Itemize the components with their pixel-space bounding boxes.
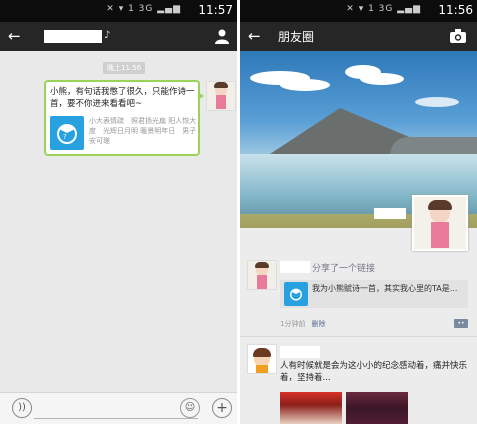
voice-mode-icon: ♪: [104, 30, 111, 41]
message-text: 小熊，有句话我憋了很久，只能作诗一首，要不你进来看看吧~: [50, 87, 195, 109]
moments-titlebar: ← 朋友圈: [240, 22, 477, 51]
back-arrow-icon[interactable]: ←: [248, 27, 261, 45]
username-redacted: [374, 208, 406, 219]
status-bar: ✕ ▾ 1 3G ▂▄▆ 11:56: [240, 0, 477, 22]
status-bar: ✕ ▾ 1 3G ▂▄▆ 11:57: [0, 0, 237, 22]
comment-icon[interactable]: ••: [454, 319, 468, 328]
avatar[interactable]: [247, 260, 277, 290]
post-meta: 1分钟前 删除: [280, 319, 325, 329]
status-time: 11:56: [438, 3, 473, 17]
link-app-icon: [284, 282, 308, 306]
chat-titlebar: ← ♪: [0, 22, 237, 51]
profile-person-icon[interactable]: [214, 28, 230, 44]
avatar[interactable]: [206, 81, 236, 111]
moments-screen: ✕ ▾ 1 3G ▂▄▆ 11:56 ← 朋友圈 分享了一个链接 我为小熊赋诗一…: [240, 0, 477, 424]
post-photo[interactable]: [346, 392, 408, 424]
post-time: 1分钟前: [280, 320, 306, 328]
link-description: 小大表情疏 照君扬光扁 阳人恢大度 光辉日月明 暖景明年日 男子安可瑳: [89, 117, 197, 145]
post-username-redacted[interactable]: [280, 261, 310, 273]
post-photo[interactable]: [280, 392, 342, 424]
camera-icon[interactable]: [450, 29, 466, 43]
link-app-icon: ?: [50, 116, 84, 150]
voice-icon[interactable]: )): [12, 398, 32, 418]
status-icons: ✕ ▾ 1 3G ▂▄▆: [106, 4, 181, 14]
link-title: 我为小熊赋诗一首，其实我心里的TA是...: [312, 284, 458, 293]
message-bubble[interactable]: 小熊，有句话我憋了很久，只能作诗一首，要不你进来看看吧~ ? 小大表情疏 照君扬…: [44, 80, 204, 156]
plus-icon[interactable]: +: [212, 398, 232, 418]
back-arrow-icon[interactable]: ←: [8, 27, 21, 45]
message-input[interactable]: [34, 418, 198, 419]
chat-timestamp: 晚上11:56: [103, 62, 146, 74]
status-icons: ✕ ▾ 1 3G ▂▄▆: [346, 4, 421, 14]
avatar[interactable]: [247, 344, 277, 374]
shared-link-card[interactable]: 我为小熊赋诗一首，其实我心里的TA是...: [280, 280, 468, 308]
svg-text:?: ?: [63, 133, 67, 141]
emoji-icon[interactable]: ☺: [180, 398, 200, 418]
my-avatar[interactable]: [412, 195, 468, 251]
status-time: 11:57: [198, 3, 233, 17]
chat-screen: ✕ ▾ 1 3G ▂▄▆ 11:57 ← ♪ 晚上11:56 小熊，有句话我憋了…: [0, 0, 237, 424]
delete-link[interactable]: 删除: [311, 320, 325, 328]
contact-name-redacted: [44, 30, 102, 43]
post-text: 人有时候就是会为这小小的纪念感动着，痛并快乐着，坚持着...: [280, 361, 468, 383]
input-bar: )) ☺ +: [0, 392, 237, 424]
shared-link-label: 分享了一个链接: [312, 264, 376, 274]
post-username-redacted[interactable]: [280, 346, 320, 358]
divider: [240, 336, 477, 337]
page-title: 朋友圈: [278, 30, 315, 44]
